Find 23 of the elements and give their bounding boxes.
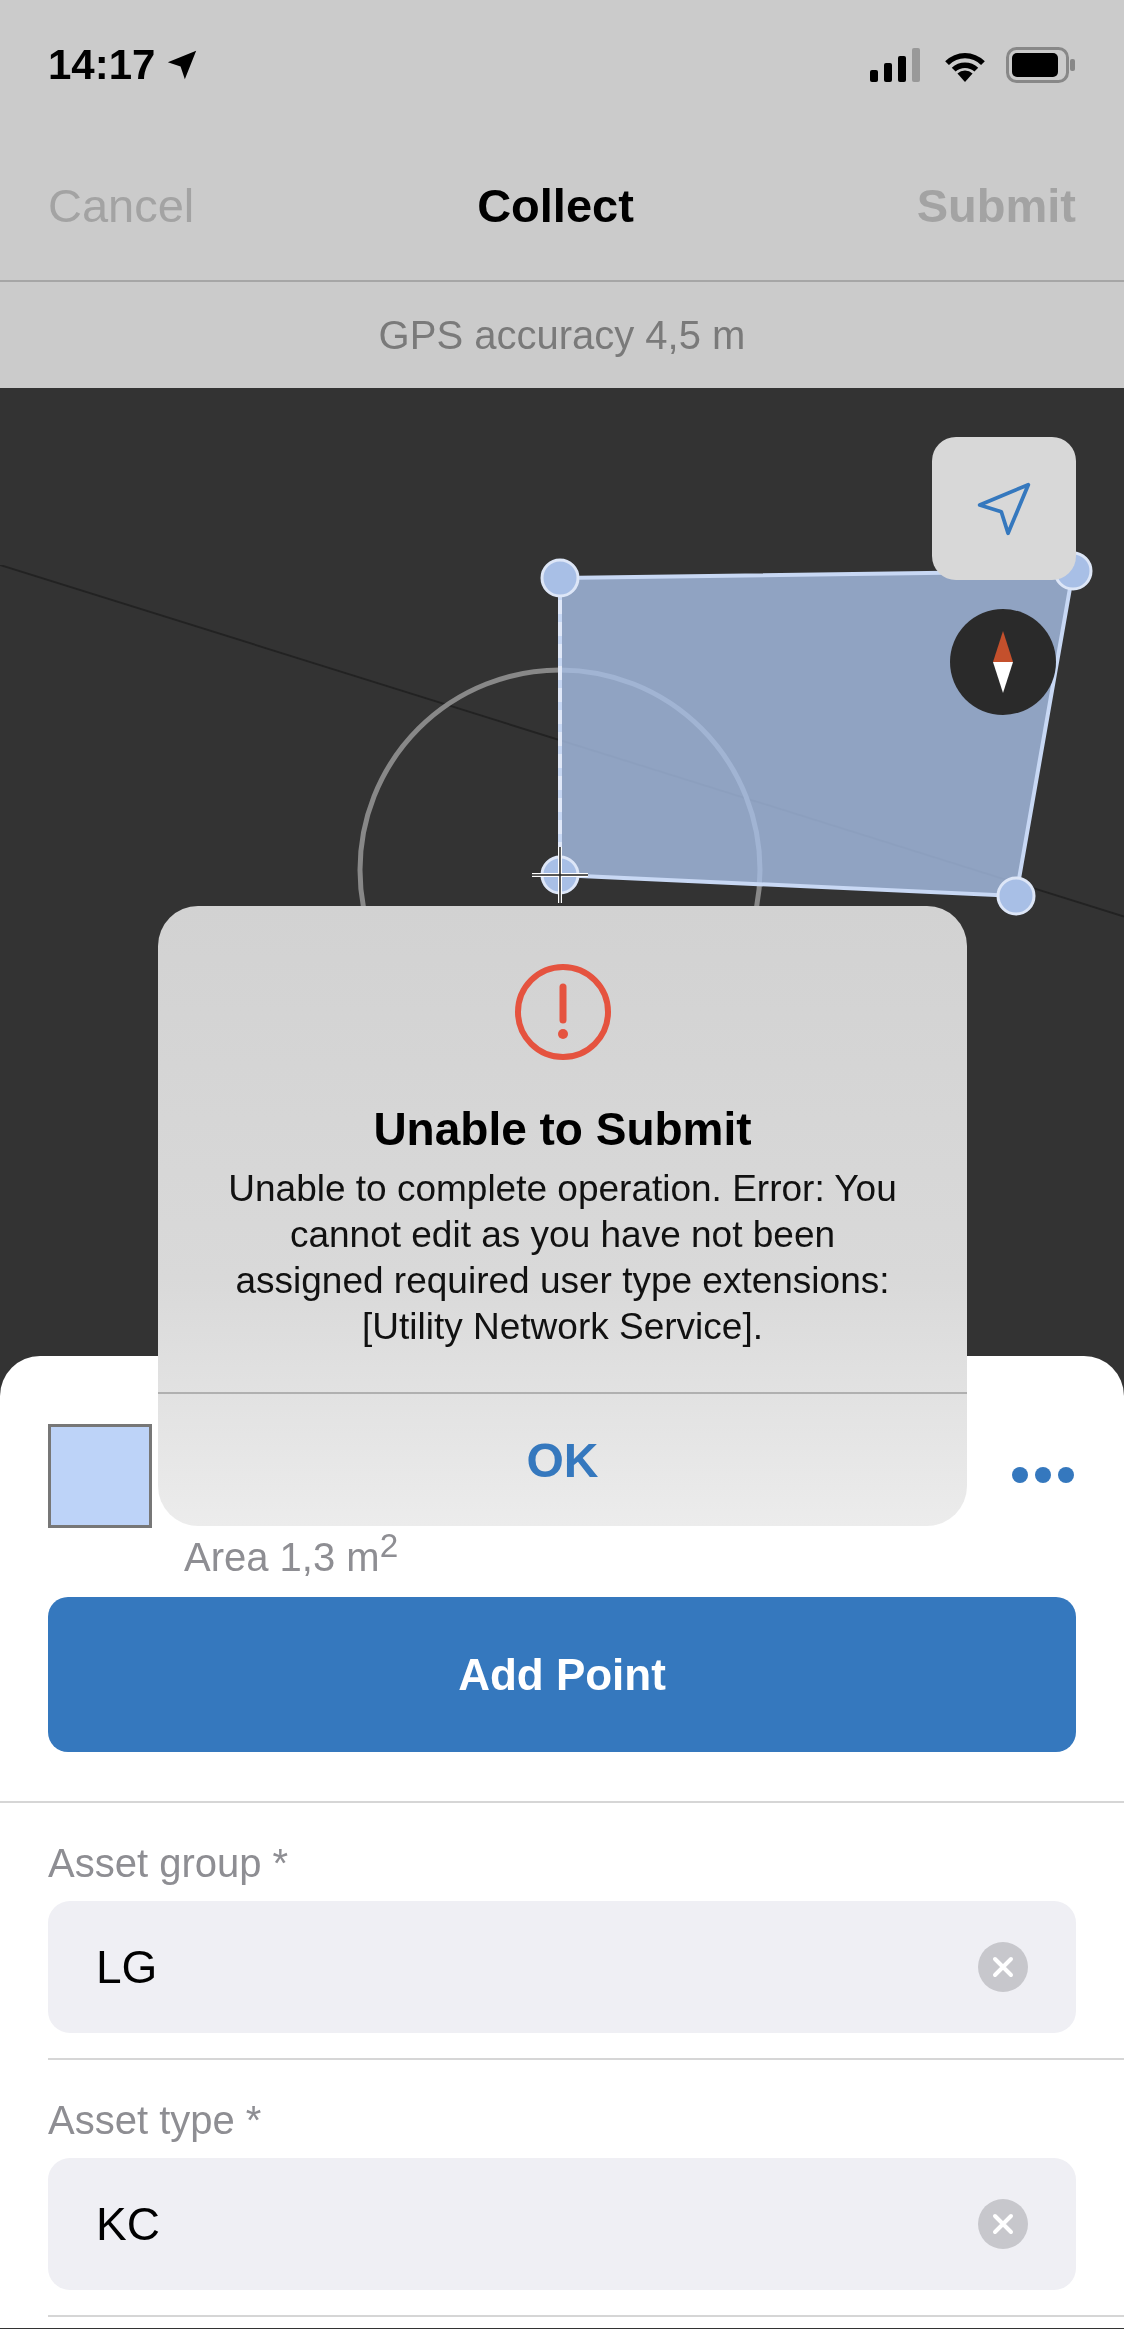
compass-icon[interactable] [950,609,1056,715]
alert-title: Unable to Submit [373,1102,752,1156]
polygon-swatch-icon [48,1424,152,1528]
input-field[interactable]: LG [48,1901,1076,2033]
status-time: 14:17 [48,41,156,89]
locate-button[interactable] [932,437,1076,580]
gps-accuracy-text: GPS accuracy 4,5 m [378,312,746,358]
clear-icon[interactable] [978,2199,1028,2249]
crosshair-icon [530,845,590,905]
input-field[interactable]: KC [48,2158,1076,2290]
alert-message: Unable to complete operation. Error: You cannot edit as you have not been assigned required user type extensions: [Utility Network Service]. [227,1167,898,1349]
navigation-arrow-icon [977,481,1031,536]
field-label: Asset group * [48,1840,290,1887]
battery-icon [1006,47,1076,83]
signal-icon [870,48,922,82]
screen-title: Collect [477,177,634,233]
add-point-button[interactable]: Add Point [48,1597,1076,1752]
warning-icon [512,962,613,1062]
area-text: Area 1,3 m$^{2}$ [184,1535,399,1580]
field-label: Asset type * [48,2097,263,2144]
ok-button[interactable]: OK [158,1394,967,1526]
more-icon[interactable] [1010,1465,1076,1485]
clear-icon[interactable] [978,1942,1028,1992]
